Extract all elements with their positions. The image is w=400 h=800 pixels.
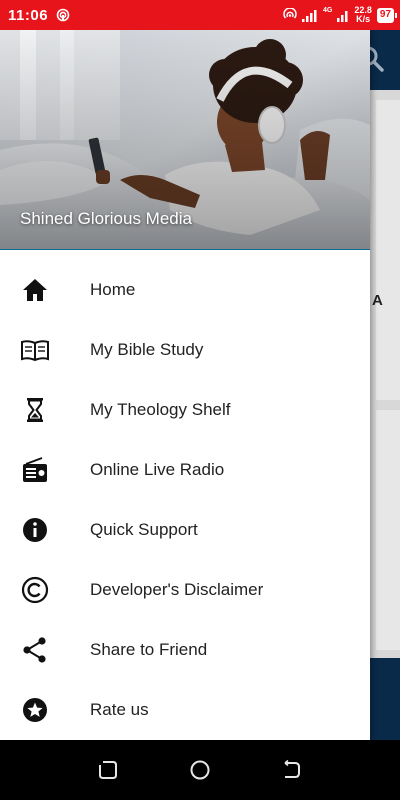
background-card bbox=[376, 100, 400, 400]
home-icon bbox=[0, 275, 90, 305]
info-icon bbox=[0, 515, 90, 545]
recents-button[interactable] bbox=[96, 758, 120, 782]
home-button[interactable] bbox=[188, 758, 212, 782]
recents-icon bbox=[99, 761, 117, 779]
hourglass-icon bbox=[0, 395, 90, 425]
menu-item-rate-us[interactable]: Rate us bbox=[0, 680, 370, 740]
background-text: A bbox=[372, 292, 383, 309]
network-rate: 22.8 K/s bbox=[354, 5, 372, 24]
menu-item-quick-support[interactable]: Quick Support bbox=[0, 500, 370, 560]
menu-item-label: My Theology Shelf bbox=[90, 400, 231, 419]
drawer-menu: Home My Bible Study My Theology Shelf On… bbox=[0, 260, 370, 740]
star-circle-icon bbox=[0, 695, 90, 725]
signal-icon-2 bbox=[337, 10, 348, 22]
drawer-header-title: Shined Glorious Media bbox=[20, 209, 192, 228]
status-time: 11:06 bbox=[8, 6, 49, 24]
menu-item-theology-shelf[interactable]: My Theology Shelf bbox=[0, 380, 370, 440]
back-button[interactable] bbox=[280, 758, 304, 782]
copyright-icon bbox=[0, 575, 90, 605]
battery-indicator: 97 bbox=[376, 7, 398, 23]
status-bar: 11:06 4G 22.8 K/s 97 bbox=[0, 0, 400, 30]
menu-item-disclaimer[interactable]: Developer's Disclaimer bbox=[0, 560, 370, 620]
menu-item-label: Rate us bbox=[90, 700, 149, 719]
radio-icon bbox=[0, 455, 90, 485]
drawer-header: Shined Glorious Media bbox=[0, 30, 370, 250]
system-navigation-bar bbox=[0, 740, 400, 800]
background-card bbox=[376, 410, 400, 650]
back-icon bbox=[284, 759, 300, 778]
header-accent-stripe bbox=[0, 249, 370, 250]
menu-item-label: Home bbox=[90, 280, 136, 299]
hotspot-icon bbox=[56, 8, 70, 22]
network-type: 4G bbox=[323, 6, 333, 14]
menu-item-label: Developer's Disclaimer bbox=[90, 580, 264, 599]
menu-item-share[interactable]: Share to Friend bbox=[0, 620, 370, 680]
menu-item-label: Share to Friend bbox=[90, 640, 208, 659]
background-bottom-bar bbox=[370, 658, 400, 740]
menu-item-home[interactable]: Home bbox=[0, 260, 370, 320]
menu-item-live-radio[interactable]: Online Live Radio bbox=[0, 440, 370, 500]
open-book-icon bbox=[0, 335, 90, 365]
menu-item-label: Quick Support bbox=[90, 520, 198, 539]
signal-icon bbox=[302, 9, 317, 22]
menu-item-label: Online Live Radio bbox=[90, 460, 225, 479]
home-circle-icon bbox=[190, 760, 210, 780]
menu-item-bible-study[interactable]: My Bible Study bbox=[0, 320, 370, 380]
hotspot-status-icon bbox=[283, 8, 297, 19]
share-icon bbox=[0, 635, 90, 665]
navigation-drawer: Shined Glorious Media Home My Bible Stud… bbox=[0, 30, 370, 740]
menu-item-label: My Bible Study bbox=[90, 340, 204, 359]
